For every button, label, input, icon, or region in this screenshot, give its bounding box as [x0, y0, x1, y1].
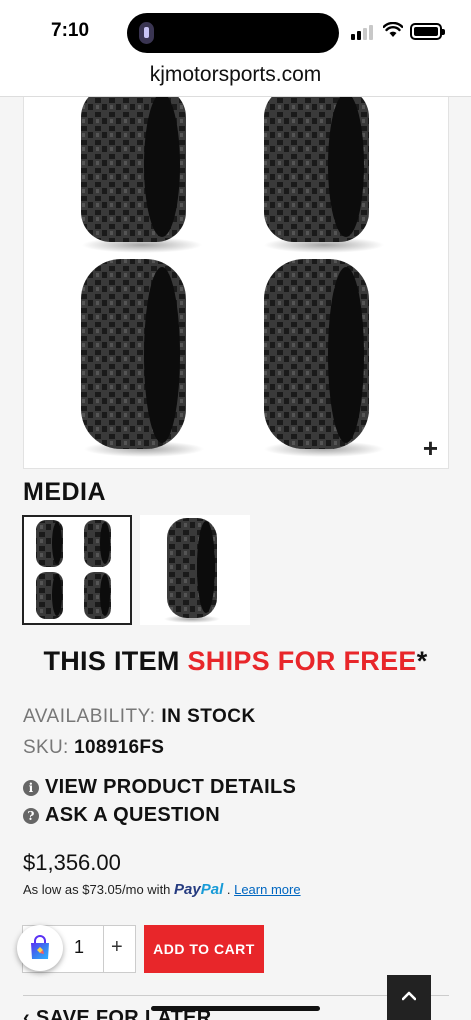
view-product-details-link[interactable]: i VIEW PRODUCT DETAILS — [23, 776, 296, 799]
status-bar: 7:10 — [0, 0, 471, 62]
dynamic-island — [127, 13, 339, 53]
view-product-details-label: VIEW PRODUCT DETAILS — [45, 776, 297, 798]
screen-recording-icon — [139, 22, 154, 44]
shipping-highlight: SHIPS FOR FREE — [187, 646, 417, 676]
section-divider — [23, 995, 449, 996]
ask-a-question-label: ASK A QUESTION — [45, 804, 220, 826]
question-icon: ? — [23, 807, 39, 824]
zoom-plus-icon[interactable]: + — [423, 435, 438, 461]
home-indicator[interactable] — [151, 1006, 320, 1011]
wifi-icon — [383, 22, 403, 37]
quantity-divider — [103, 925, 104, 973]
financing-separator: . — [223, 882, 235, 897]
shop-app-button[interactable] — [17, 925, 63, 971]
sku-row: SKU: 108916FS — [23, 737, 164, 759]
tire-set-image — [81, 97, 384, 457]
shipping-asterisk: * — [416, 646, 428, 676]
sku-label: SKU: — [23, 737, 69, 758]
media-thumbnail-single-tire[interactable] — [140, 515, 250, 625]
availability-row: AVAILABILITY: IN STOCK — [23, 706, 256, 728]
paypal-financing-message: As low as $73.05/mo with PayPal . Learn … — [23, 881, 301, 898]
learn-more-link[interactable]: Learn more — [234, 882, 300, 897]
sku-value: 108916FS — [74, 737, 165, 758]
scroll-to-top-button[interactable] — [387, 975, 431, 1020]
product-price: $1,356.00 — [23, 850, 121, 875]
battery-icon — [410, 23, 445, 40]
shipping-prefix: THIS ITEM — [43, 646, 188, 676]
ask-a-question-link[interactable]: ? ASK A QUESTION — [23, 804, 220, 827]
financing-text: As low as $73.05/mo with — [23, 882, 171, 897]
add-to-cart-button[interactable]: ADD TO CART — [144, 925, 264, 973]
single-tire-thumbnail-image — [140, 515, 250, 625]
quantity-input[interactable]: 1 — [72, 937, 86, 958]
quantity-increment-button[interactable]: + — [111, 936, 123, 959]
product-main-image[interactable]: + — [23, 97, 449, 469]
shopping-bag-icon — [31, 935, 49, 959]
tire-set-thumbnail-image — [24, 517, 130, 623]
availability-label: AVAILABILITY: — [23, 706, 156, 727]
media-heading: MEDIA — [23, 478, 107, 506]
media-thumbnail-tire-set[interactable] — [22, 515, 132, 625]
info-icon: i — [23, 779, 39, 796]
chevron-up-icon — [401, 991, 417, 1001]
address-bar[interactable]: kjmotorsports.com — [0, 62, 471, 97]
status-time: 7:10 — [51, 20, 90, 41]
availability-value: IN STOCK — [161, 706, 256, 727]
paypal-logo-pay: Pay — [174, 881, 201, 898]
signal-icon — [351, 24, 375, 40]
free-shipping-banner: THIS ITEM SHIPS FOR FREE* — [0, 646, 471, 677]
paypal-logo-pal: Pal — [200, 881, 224, 898]
